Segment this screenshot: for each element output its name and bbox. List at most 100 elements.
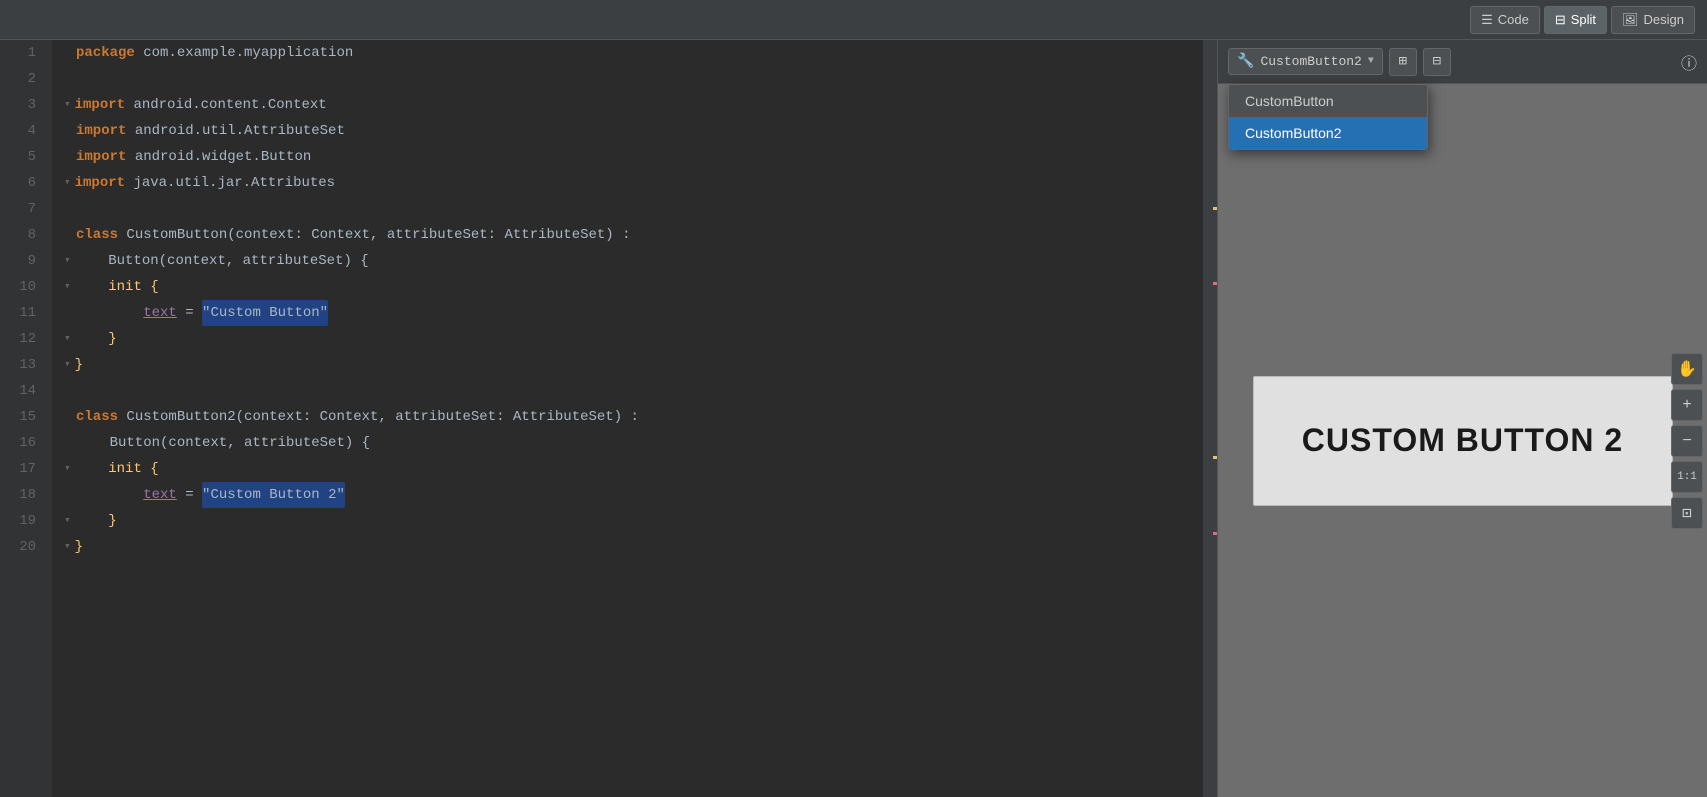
code-line: import android.util.AttributeSet — [52, 118, 1203, 144]
line-number: 3 — [0, 92, 44, 118]
fold-marker-icon[interactable]: ▾ — [64, 92, 71, 118]
line-number: 1 — [0, 40, 44, 66]
code-line: ▾import android.content.Context — [52, 92, 1203, 118]
side-toolbar: ✋ + − 1:1 ⊡ — [1667, 347, 1707, 535]
token-string-highlight: "Custom Button" — [202, 300, 328, 326]
token-text-normal: CustomButton(context: Context, attribute… — [126, 222, 630, 248]
code-line — [52, 66, 1203, 92]
code-line: ▾ } — [52, 508, 1203, 534]
line-number: 7 — [0, 196, 44, 222]
code-line: Button(context, attributeSet) { — [52, 430, 1203, 456]
token-text-normal: = — [177, 300, 202, 326]
code-content[interactable]: package com.example.myapplication▾import… — [52, 40, 1203, 797]
code-line: ▾ } — [52, 326, 1203, 352]
token-text-normal — [75, 456, 109, 482]
fold-marker-icon[interactable]: ▾ — [64, 456, 71, 482]
zoom-reset-button[interactable]: 1:1 — [1671, 461, 1703, 493]
move-icon: ⊟ — [1433, 53, 1441, 70]
token-kw-class: class — [76, 404, 126, 430]
token-curly: } — [75, 352, 83, 378]
code-panel: 1234567891011121314151617181920 package … — [0, 40, 1217, 797]
dropdown-item[interactable]: CustomButton — [1229, 85, 1427, 117]
split-label: Split — [1571, 12, 1596, 27]
line-number: 19 — [0, 508, 44, 534]
token-curly: { — [150, 274, 158, 300]
code-icon: ☰ — [1481, 12, 1493, 28]
minus-icon: − — [1682, 432, 1692, 450]
code-line: class CustomButton(context: Context, att… — [52, 222, 1203, 248]
token-kw-import: import — [76, 118, 135, 144]
component-header: 🔧 CustomButton2 ▼ ⊞ ⊟ ⓘ — [1218, 40, 1707, 84]
scroll-markers — [1203, 40, 1217, 797]
line-number: 8 — [0, 222, 44, 248]
top-toolbar: ☰ Code ⊟ Split 🖼 Design — [0, 0, 1707, 40]
token-text-normal: CustomButton2(context: Context, attribut… — [126, 404, 638, 430]
token-kw-import: import — [75, 170, 134, 196]
fold-marker-icon[interactable]: ▾ — [64, 352, 71, 378]
design-view-button[interactable]: 🖼 Design — [1611, 6, 1695, 34]
split-view-button[interactable]: ⊟ Split — [1544, 6, 1607, 34]
fold-marker-icon[interactable]: ▾ — [64, 170, 71, 196]
token-curly: } — [108, 508, 116, 534]
token-text-normal: com.example.myapplication — [143, 40, 353, 66]
code-view-button[interactable]: ☰ Code — [1470, 6, 1540, 34]
token-curly: { — [150, 456, 158, 482]
token-text-normal — [75, 274, 109, 300]
design-icon: 🖼 — [1622, 12, 1639, 28]
wrench-icon: 🔧 — [1237, 53, 1254, 70]
token-text-normal: Button(context, attributeSet) { — [76, 430, 370, 456]
fold-marker-icon[interactable]: ▾ — [64, 248, 71, 274]
line-number: 11 — [0, 300, 44, 326]
code-line: text = "Custom Button 2" — [52, 482, 1203, 508]
line-number: 18 — [0, 482, 44, 508]
line-number: 20 — [0, 534, 44, 560]
token-text-normal: android.util.AttributeSet — [135, 118, 345, 144]
zoom-out-button[interactable]: − — [1671, 425, 1703, 457]
code-line: ▾import java.util.jar.Attributes — [52, 170, 1203, 196]
code-line: ▾} — [52, 534, 1203, 560]
split-icon: ⊟ — [1555, 12, 1566, 28]
fit-screen-button[interactable]: ⊡ — [1671, 497, 1703, 529]
fold-marker-icon[interactable]: ▾ — [64, 534, 71, 560]
fit-icon: ⊡ — [1682, 503, 1692, 523]
code-line — [52, 196, 1203, 222]
fold-marker-icon[interactable]: ▾ — [64, 326, 71, 352]
main-content: 1234567891011121314151617181920 package … — [0, 40, 1707, 797]
line-number: 16 — [0, 430, 44, 456]
token-text-property[interactable]: text — [143, 300, 177, 326]
warning-button[interactable]: ⓘ — [1681, 50, 1697, 74]
token-text-property[interactable]: text — [143, 482, 177, 508]
token-kw-import: import — [75, 92, 134, 118]
token-text-normal: android.content.Context — [133, 92, 326, 118]
zoom-in-button[interactable]: + — [1671, 389, 1703, 421]
code-line — [52, 378, 1203, 404]
token-curly: } — [108, 326, 116, 352]
code-line: ▾} — [52, 352, 1203, 378]
code-line: text = "Custom Button" — [52, 300, 1203, 326]
hand-tool-button[interactable]: ✋ — [1671, 353, 1703, 385]
token-text-normal: Button(context, attributeSet) { — [75, 248, 369, 274]
token-text-normal: java.util.jar.Attributes — [133, 170, 335, 196]
token-text-normal: android.widget.Button — [135, 144, 311, 170]
line-numbers: 1234567891011121314151617181920 — [0, 40, 52, 797]
dropdown-menu: CustomButtonCustomButton2 — [1228, 84, 1428, 150]
code-line: ▾ init { — [52, 456, 1203, 482]
component-selector[interactable]: 🔧 CustomButton2 ▼ — [1228, 48, 1383, 75]
hand-icon: ✋ — [1677, 359, 1697, 379]
line-number: 9 — [0, 248, 44, 274]
token-text-normal — [76, 300, 143, 326]
line-number: 2 — [0, 66, 44, 92]
plus-icon: + — [1682, 396, 1692, 414]
move-component-button[interactable]: ⊟ — [1423, 48, 1451, 76]
zoom-label: 1:1 — [1677, 471, 1697, 483]
design-label: Design — [1644, 12, 1684, 27]
dropdown-item[interactable]: CustomButton2 — [1229, 117, 1427, 149]
dropdown-arrow-icon: ▼ — [1368, 56, 1374, 67]
fold-marker-icon[interactable]: ▾ — [64, 274, 71, 300]
token-curly: } — [75, 534, 83, 560]
code-label: Code — [1498, 12, 1529, 27]
token-text-normal — [75, 508, 109, 534]
add-component-button[interactable]: ⊞ — [1389, 48, 1417, 76]
fold-marker-icon[interactable]: ▾ — [64, 508, 71, 534]
line-number: 5 — [0, 144, 44, 170]
